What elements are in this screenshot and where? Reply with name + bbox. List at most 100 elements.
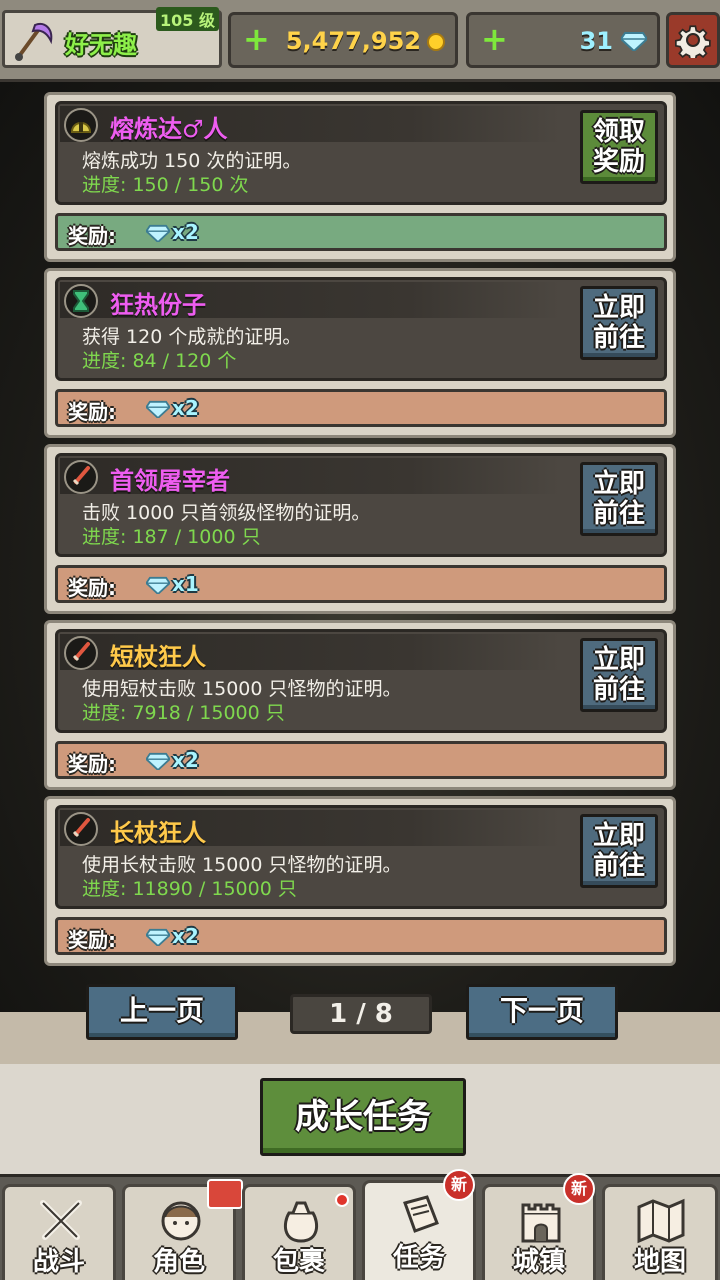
quest-description: 击败 1000 只首领级怪物的证明。 — [82, 502, 371, 524]
quest-title: 狂热份子 — [110, 291, 206, 319]
reward-bar: 奖励: x2 — [55, 741, 667, 779]
button-label-line1: 立即 — [592, 821, 645, 851]
quest-progress: 进度: 7918 / 15000 只 — [82, 702, 285, 724]
scythe-avatar-icon — [15, 23, 53, 61]
quest-title: 短杖狂人 — [110, 643, 206, 671]
go-now-button[interactable]: 立即 前往 — [580, 462, 658, 536]
page-indicator: 1 / 8 — [290, 994, 432, 1034]
growth-task-button[interactable]: 成长任务 — [260, 1078, 466, 1156]
button-label-line1: 领取 — [592, 117, 645, 147]
quest-icon — [403, 1195, 439, 1233]
settings-button[interactable] — [666, 12, 720, 68]
gold-amount: 5,477,952 — [285, 27, 421, 55]
diamond-icon — [146, 400, 170, 418]
crossed-swords-icon — [40, 1200, 82, 1240]
button-label-line2: 前往 — [592, 323, 645, 353]
tab-label: 角色 — [152, 1247, 205, 1277]
button-label-line1: 立即 — [592, 293, 645, 323]
quest-info: 短杖狂人 使用短杖击败 15000 只怪物的证明。 进度: 7918 / 150… — [55, 629, 667, 733]
reward-count: x2 — [172, 220, 199, 244]
go-now-button[interactable]: 立即 前往 — [580, 814, 658, 888]
character-icon — [161, 1201, 201, 1241]
map-icon — [637, 1198, 685, 1244]
quest-description: 使用短杖击败 15000 只怪物的证明。 — [82, 678, 402, 700]
quest-info: 首领屠宰者 击败 1000 只首领级怪物的证明。 进度: 187 / 1000 … — [55, 453, 667, 557]
quest-description: 使用长杖击败 15000 只怪物的证明。 — [82, 854, 402, 876]
next-page-button[interactable]: 下一页 — [466, 984, 618, 1040]
player-level: 105 级 — [156, 7, 219, 31]
player-name: 好无趣 — [65, 31, 137, 59]
tab-label: 城镇 — [512, 1247, 565, 1277]
tab-character[interactable]: 角色 — [122, 1179, 243, 1280]
notification-dot — [335, 1193, 349, 1207]
player-profile[interactable]: 好无趣 105 级 — [2, 7, 222, 68]
reward-count: x2 — [172, 396, 199, 420]
diamond-icon — [146, 752, 170, 770]
add-gold-button[interactable]: + — [243, 23, 270, 55]
new-badge: 新 — [443, 1169, 475, 1201]
quest-card: 狂热份子 获得 120 个成就的证明。 进度: 84 / 120 个 立即 前往… — [44, 268, 676, 438]
go-now-button[interactable]: 立即 前往 — [580, 286, 658, 360]
reward-label: 奖励: — [68, 928, 116, 952]
go-now-button[interactable]: 立即 前往 — [580, 638, 658, 712]
prev-page-button[interactable]: 上一页 — [86, 984, 238, 1040]
tab-label: 任务 — [392, 1243, 445, 1273]
castle-icon — [521, 1203, 561, 1243]
add-gems-button[interactable]: + — [481, 23, 508, 55]
reward-bar: 奖励: x2 — [55, 213, 667, 251]
quest-title-bar: 短杖狂人 — [60, 634, 560, 671]
button-label-line1: 立即 — [592, 469, 645, 499]
tab-map[interactable]: 地图 — [602, 1184, 718, 1280]
quest-list: 熔炼达♂人 熔炼成功 150 次的证明。 进度: 150 / 150 次 领取 … — [44, 92, 676, 972]
reward-bar: 奖励: x2 — [55, 917, 667, 955]
tab-label: 战斗 — [32, 1247, 85, 1277]
quest-title: 首领屠宰者 — [110, 467, 230, 495]
quest-info: 熔炼达♂人 熔炼成功 150 次的证明。 进度: 150 / 150 次 领取 … — [55, 101, 667, 205]
gem-counter: + 31 — [466, 12, 660, 68]
gold-coin-icon — [427, 33, 445, 51]
sword-icon — [64, 812, 98, 846]
quest-title-bar: 首领屠宰者 — [60, 458, 560, 495]
diamond-icon — [146, 576, 170, 594]
gold-counter: + 5,477,952 — [228, 12, 458, 68]
button-label-line2: 奖励 — [592, 147, 645, 177]
quest-progress: 进度: 187 / 1000 只 — [82, 526, 261, 548]
tab-quest[interactable]: 新 任务 — [362, 1169, 476, 1280]
sword-icon — [64, 460, 98, 494]
gear-icon — [675, 25, 711, 58]
diamond-icon — [146, 928, 170, 946]
tab-town[interactable]: 新 城镇 — [482, 1173, 596, 1280]
quest-progress: 进度: 11890 / 15000 只 — [82, 878, 297, 900]
reward-label: 奖励: — [68, 400, 116, 424]
button-label-line1: 立即 — [592, 645, 645, 675]
quest-card: 短杖狂人 使用短杖击败 15000 只怪物的证明。 进度: 7918 / 150… — [44, 620, 676, 790]
quest-info: 狂热份子 获得 120 个成就的证明。 进度: 84 / 120 个 立即 前往 — [55, 277, 667, 381]
flag-icon — [207, 1179, 243, 1209]
quest-title: 熔炼达♂人 — [110, 115, 228, 143]
top-bar: 好无趣 105 级 + 5,477,952 + 31 — [0, 0, 720, 82]
quest-progress: 进度: 150 / 150 次 — [82, 174, 249, 196]
diamond-icon — [621, 32, 647, 51]
helmet-icon — [64, 108, 98, 142]
reward-bar: 奖励: x2 — [55, 389, 667, 427]
sword-icon — [64, 636, 98, 670]
quest-title-bar: 熔炼达♂人 — [60, 106, 560, 143]
button-label-line2: 前往 — [592, 499, 645, 529]
quest-description: 熔炼成功 150 次的证明。 — [82, 150, 302, 172]
tab-label: 地图 — [633, 1247, 686, 1277]
tab-battle[interactable]: 战斗 — [2, 1184, 116, 1280]
reward-label: 奖励: — [68, 224, 116, 248]
reward-count: x1 — [172, 572, 199, 596]
quest-title-bar: 长杖狂人 — [60, 810, 560, 847]
hourglass-icon — [64, 284, 98, 318]
quest-info: 长杖狂人 使用长杖击败 15000 只怪物的证明。 进度: 11890 / 15… — [55, 805, 667, 909]
quest-card: 首领屠宰者 击败 1000 只首领级怪物的证明。 进度: 187 / 1000 … — [44, 444, 676, 614]
gem-amount: 31 — [579, 27, 613, 55]
tab-bag[interactable]: 包裹 — [242, 1184, 356, 1280]
quest-card: 熔炼达♂人 熔炼成功 150 次的证明。 进度: 150 / 150 次 领取 … — [44, 92, 676, 262]
new-badge: 新 — [563, 1173, 595, 1205]
quest-title-bar: 狂热份子 — [60, 282, 560, 319]
tab-label: 包裹 — [272, 1247, 325, 1277]
reward-bar: 奖励: x1 — [55, 565, 667, 603]
claim-reward-button[interactable]: 领取 奖励 — [580, 110, 658, 184]
